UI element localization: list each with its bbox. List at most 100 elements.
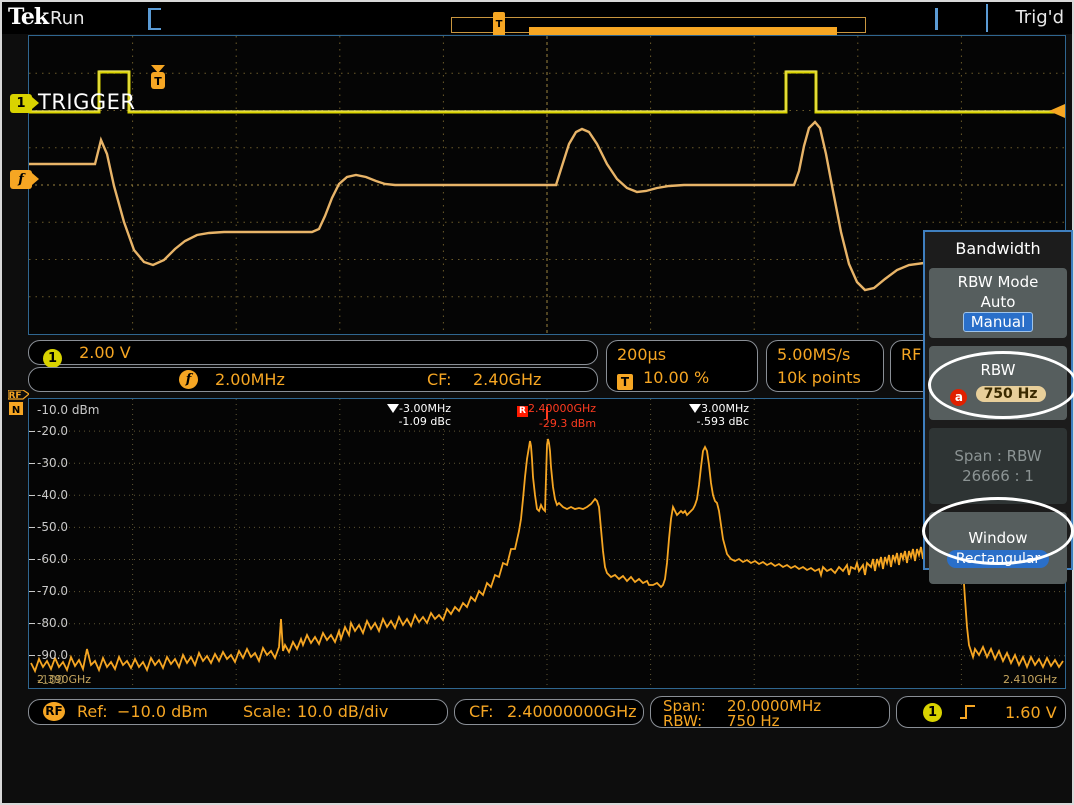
rbw-mode-option-manual[interactable]: Manual <box>963 312 1034 332</box>
marker-reference-glyph-icon: R <box>517 406 528 417</box>
marker-reference-frequency: 2.40000GHz <box>528 402 596 415</box>
ref-label: Ref: <box>77 700 108 724</box>
trigger-readout[interactable]: 1 1.60 V <box>896 696 1066 728</box>
trigger-source-dot-icon: 1 <box>923 703 942 722</box>
trigger-time-marker-icon[interactable]: T <box>149 65 167 91</box>
horizontal-readout[interactable]: 200µs T 10.00 % <box>606 340 758 392</box>
y-label-8: -90.0 <box>37 648 68 662</box>
channel1-indicator-badge[interactable]: 1 <box>10 94 32 113</box>
rf-badge-label: f <box>18 172 24 187</box>
channel1-badge-label: 1 <box>16 96 25 111</box>
rbw-mode-option-auto[interactable]: Auto <box>929 292 1067 312</box>
rf-reference-readout[interactable]: RF Ref: −10.0 dBm Scale: 10.0 dB/div <box>28 699 448 725</box>
y-tick-7 <box>29 623 35 624</box>
trigger-channel-label: TRIGGER <box>38 90 136 114</box>
y-label-1: -20.0 <box>37 424 68 438</box>
window-value[interactable]: Rectangular <box>947 550 1049 568</box>
sample-rate-readout[interactable]: 5.00MS/s 10k points <box>766 340 884 392</box>
analog-waveform-graticule[interactable]: T <box>28 35 1066 335</box>
record-length-bracket[interactable]: T <box>148 8 938 30</box>
channel1-vertical-scale: 2.00 V <box>79 343 131 362</box>
acquisition-state[interactable]: Run <box>50 8 85 29</box>
ref-value: −10.0 dBm <box>117 700 208 724</box>
y-label-0: -10.0 dBm <box>37 403 99 417</box>
marker-b-readout[interactable]: 3.00MHz -.593 dBc <box>689 402 749 428</box>
y-label-7: -80.0 <box>37 616 68 630</box>
rf-spectrum-badge[interactable]: RF N <box>8 390 29 424</box>
y-label-5: -60.0 <box>37 552 68 566</box>
rising-edge-icon <box>959 703 977 721</box>
marker-a-readout[interactable]: -3.00MHz -1.09 dBc <box>387 402 451 428</box>
bandwidth-side-menu: Bandwidth RBW Mode Auto Manual RBW a 750… <box>923 230 1073 570</box>
menu-item-span-rbw: Span : RBW 26666 : 1 <box>929 428 1067 504</box>
y-label-2: -30.0 <box>37 456 68 470</box>
tek-logo: Tek <box>8 4 48 30</box>
rbw-value: 750 Hz <box>727 712 780 730</box>
status-divider <box>986 4 988 32</box>
rf-dot-icon: f <box>179 370 198 389</box>
menu-item-window[interactable]: Window Rectangular <box>929 512 1067 584</box>
rf-readout[interactable]: f 2.00MHz CF: 2.40GHz <box>28 367 598 392</box>
rf-span-per-div: 2.00MHz <box>215 370 285 389</box>
marker-a-frequency: -3.00MHz <box>399 402 451 415</box>
trigger-position-percent: 10.00 % <box>643 368 709 387</box>
scale-value: 10.0 dB/div <box>297 700 388 724</box>
y-label-6: -70.0 <box>37 584 68 598</box>
analog-waveform-svg <box>29 36 1065 334</box>
rf-cf-value: 2.40GHz <box>473 370 541 389</box>
y-tick-6 <box>29 591 35 592</box>
rf-spectrum-graticule[interactable]: -10.0 dBm -20.0 -30.0 -40.0 -50.0 -60.0 … <box>28 398 1066 689</box>
rf-badge-icon: RF <box>43 702 65 721</box>
center-frequency-readout[interactable]: CF: 2.40000000GHz <box>454 699 644 725</box>
cf-label: CF: <box>469 700 494 724</box>
y-tick-1 <box>29 431 35 432</box>
rf-spectrum-svg <box>29 399 1065 688</box>
svg-text:RF: RF <box>8 391 21 401</box>
marker-b-level: -.593 dBc <box>689 415 749 428</box>
trigger-level-value: 1.60 V <box>1005 703 1057 722</box>
rf-cf-label: CF: <box>427 370 452 389</box>
y-tick-4 <box>29 527 35 528</box>
trigger-status: Trig'd <box>1015 7 1064 28</box>
menu-item-rbw-mode[interactable]: RBW Mode Auto Manual <box>929 268 1067 338</box>
rbw-label: RBW: <box>663 712 702 730</box>
marker-b-triangle-icon <box>689 404 701 413</box>
knob-a-icon[interactable]: a <box>950 389 967 406</box>
marker-reference-readout[interactable]: R2.40000GHz -29.3 dBm <box>517 402 596 430</box>
rbw-value-menu[interactable]: 750 Hz <box>976 386 1046 402</box>
trigger-position-icon: T <box>617 374 633 390</box>
svg-text:N: N <box>12 405 20 416</box>
y-tick-5 <box>29 559 35 560</box>
marker-a-level: -1.09 dBc <box>387 415 451 428</box>
y-tick-2 <box>29 463 35 464</box>
top-status-bar: Tek Run Trig'd T <box>2 2 1072 34</box>
horizontal-scale: 200µs <box>617 345 666 364</box>
span-rbw-value: 26666 : 1 <box>929 466 1067 486</box>
side-menu-title: Bandwidth <box>925 232 1071 266</box>
span-rbw-readout[interactable]: Span: 20.0000MHz RBW: 750 Hz <box>650 696 890 728</box>
marker-b-frequency: 3.00MHz <box>701 402 749 415</box>
frequency-stop-label: 2.410GHz <box>1003 673 1057 686</box>
cf-value: 2.40000000GHz <box>507 700 637 724</box>
y-tick-8 <box>29 655 35 656</box>
menu-item-rbw[interactable]: RBW a 750 Hz <box>929 346 1067 420</box>
channel1-dot-icon: 1 <box>43 349 62 368</box>
record-length: 10k points <box>767 367 883 389</box>
rbw-label-menu: RBW <box>929 360 1067 380</box>
frequency-start-label: 2.390GHz <box>37 673 91 686</box>
y-tick-3 <box>29 495 35 496</box>
marker-reference-level: -29.3 dBm <box>517 417 596 430</box>
oscilloscope-screen: Tek Run Trig'd T <box>0 0 1074 805</box>
marker-a-triangle-icon <box>387 404 399 413</box>
zoom-region-bar[interactable] <box>529 27 837 35</box>
channel1-readout[interactable]: 1 2.00 V <box>28 340 598 365</box>
rbw-mode-label: RBW Mode <box>929 272 1067 292</box>
trigger-level-arrow-icon <box>1049 104 1065 118</box>
scale-label: Scale: <box>243 700 291 724</box>
window-label: Window <box>929 528 1067 548</box>
span-rbw-label: Span : RBW <box>929 446 1067 466</box>
rf-frequency-indicator-badge[interactable]: f <box>10 170 32 189</box>
y-label-3: -40.0 <box>37 488 68 502</box>
sample-rate: 5.00MS/s <box>767 341 883 367</box>
svg-text:T: T <box>154 75 162 88</box>
